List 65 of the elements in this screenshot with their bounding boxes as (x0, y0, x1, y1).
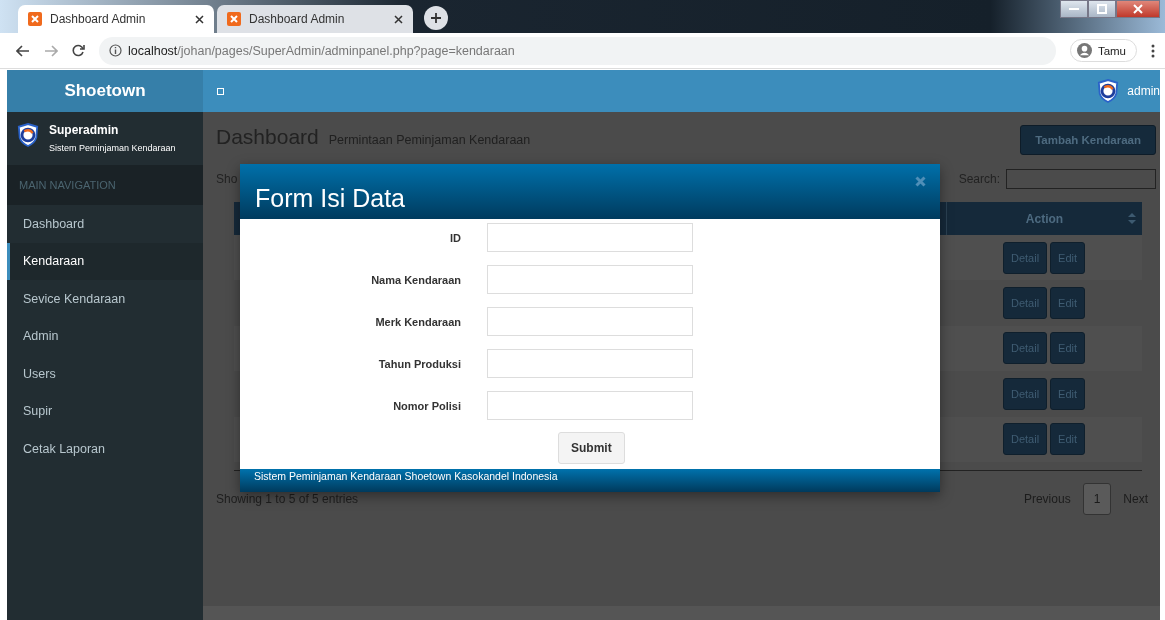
action-button[interactable]: Edit (1050, 377, 1086, 410)
browser-tab[interactable]: Dashboard Admin (18, 5, 214, 33)
sidebar-item[interactable]: Sevice Kendaraan (7, 280, 203, 318)
sidebar-item[interactable]: Users (7, 355, 203, 393)
address-bar[interactable]: localhost/johan/pages/SuperAdmin/adminpanel.php?page=kendaraan (99, 36, 1056, 65)
input-field[interactable] (487, 391, 693, 420)
plus-icon (430, 12, 442, 24)
sidebar-item[interactable]: Supir (7, 392, 203, 430)
field-label: Nama Kendaraan (370, 273, 461, 286)
field-label: ID (449, 231, 461, 244)
shield-logo-icon (1097, 79, 1120, 103)
action-button[interactable]: Edit (1050, 332, 1086, 365)
maximize-button[interactable] (1088, 0, 1116, 18)
restore-icon (1097, 4, 1107, 14)
sidebar-item[interactable]: Cetak Laporan (7, 430, 203, 468)
back-button[interactable] (16, 44, 30, 57)
nav-section-header: MAIN NAVIGATION (7, 165, 203, 205)
reload-button[interactable] (72, 44, 85, 57)
submit-button[interactable]: Submit (558, 432, 625, 464)
minimize-icon (1069, 7, 1079, 11)
minimize-button[interactable] (1060, 0, 1088, 18)
input-field[interactable] (487, 349, 693, 378)
dialog-footer: Sistem Peminjaman Kendaraan Shoetown Kasokandel Indonesia (240, 469, 940, 492)
avatar-icon (1076, 43, 1092, 58)
kebab-menu-icon (1151, 43, 1155, 58)
field-label: Tahun Produksi (377, 357, 461, 370)
close-icon (915, 176, 926, 187)
input-field[interactable] (487, 223, 693, 252)
action-button[interactable]: Edit (1050, 423, 1086, 456)
browser-tab[interactable]: Dashboard Admin (217, 5, 413, 33)
field-label: Merk Kendaraan (374, 315, 461, 328)
dialog-title: Form Isi Data (255, 184, 406, 213)
action-button[interactable]: Edit (1050, 241, 1086, 274)
favicon-icon (28, 12, 42, 26)
sidebar-toggle[interactable] (217, 87, 224, 95)
sidebar-item[interactable]: Dashboard (7, 205, 203, 243)
add-vehicle-button[interactable]: Tambah Kendaraan (1020, 125, 1156, 155)
field-label: Nomor Polisi (392, 399, 461, 412)
input-field[interactable] (487, 265, 693, 294)
profile-button[interactable]: Tamu (1069, 39, 1137, 62)
user-name: Superadmin (49, 123, 120, 137)
close-icon[interactable] (394, 14, 403, 24)
sort-icon (1128, 213, 1136, 224)
user-name[interactable]: admin (1127, 84, 1160, 98)
forward-button[interactable] (44, 44, 58, 57)
page-button[interactable]: 1 (1082, 482, 1112, 515)
forward-arrow-icon (44, 44, 58, 57)
close-icon (1133, 4, 1143, 14)
menu-button[interactable] (1151, 43, 1155, 58)
user-subtitle: Sistem Peminjaman Kendaraan (49, 143, 176, 153)
shield-logo-icon (17, 123, 39, 147)
action-button[interactable]: Edit (1050, 287, 1086, 320)
sidebar-item[interactable]: Admin (7, 317, 203, 355)
close-icon[interactable] (195, 14, 204, 24)
back-arrow-icon (16, 44, 30, 57)
new-tab-button[interactable] (424, 6, 448, 30)
reload-icon (72, 44, 85, 57)
sidebar-item[interactable]: Kendaraan (7, 242, 203, 280)
search-field[interactable] (1006, 169, 1156, 189)
brand-logo[interactable]: Shoetown (7, 70, 203, 112)
url-text: localhost/johan/pages/SuperAdmin/adminpanel.php?page=kendaraan (128, 43, 515, 58)
input-field[interactable] (487, 307, 693, 336)
favicon-icon (227, 12, 241, 26)
window-close-button[interactable] (1116, 0, 1160, 18)
info-icon (109, 44, 122, 57)
